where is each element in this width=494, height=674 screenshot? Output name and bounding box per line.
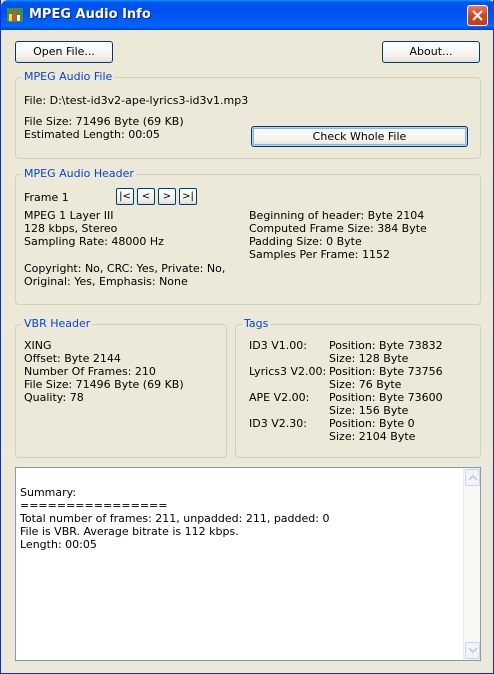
main-window: MPEG Audio Info Open File... About... MP… — [0, 0, 494, 674]
tags-group-title: Tags — [242, 317, 271, 330]
title-bar[interactable]: MPEG Audio Info — [1, 0, 494, 30]
tag-size: Size: 156 Byte — [329, 404, 409, 417]
file-path: File: D:\test-id3v2-ape-lyrics3-id3v1.mp… — [24, 94, 249, 107]
vbr-line: XING — [24, 339, 52, 352]
summary-textarea[interactable]: Summary: ================ Total number o… — [15, 467, 481, 661]
tag-name: ID3 V2.30: — [249, 417, 307, 430]
tag-size: Size: 76 Byte — [329, 378, 402, 391]
next-frame-button[interactable]: > — [158, 188, 176, 205]
tag-name: ID3 V1.00: — [249, 339, 307, 352]
summary-line: File is VBR. Average bitrate is 112 kbps… — [20, 525, 239, 538]
file-size: File Size: 71496 Byte (69 KB) — [24, 115, 184, 128]
window-title: MPEG Audio Info — [29, 7, 151, 22]
summary-line: Summary: — [20, 486, 77, 499]
vbr-line: File Size: 71496 Byte (69 KB) — [24, 378, 184, 391]
tag-size: Size: 128 Byte — [329, 352, 409, 365]
header-detail-line: Samples Per Frame: 1152 — [249, 248, 390, 261]
vbr-line: Number Of Frames: 210 — [24, 365, 156, 378]
open-file-button[interactable]: Open File... — [15, 41, 113, 63]
tag-size: Size: 2104 Byte — [329, 430, 416, 443]
audio-header-group-title: MPEG Audio Header — [22, 167, 136, 180]
header-flags-line: Original: Yes, Emphasis: None — [24, 275, 188, 288]
header-flags-line: Copyright: No, CRC: Yes, Private: No, — [24, 262, 226, 275]
summary-line: Length: 00:05 — [20, 538, 97, 551]
scroll-up-button[interactable] — [465, 469, 480, 486]
header-detail-line: Padding Size: 0 Byte — [249, 235, 362, 248]
vbr-line: Quality: 78 — [24, 391, 84, 404]
tag-position: Position: Byte 73832 — [329, 339, 443, 352]
about-button[interactable]: About... — [382, 41, 480, 63]
tag-position: Position: Byte 0 — [329, 417, 415, 430]
app-icon — [7, 6, 23, 22]
close-icon — [472, 10, 483, 21]
summary-scrollbar[interactable] — [463, 468, 480, 660]
header-info-line: MPEG 1 Layer III — [24, 209, 114, 222]
prev-frame-button[interactable]: < — [137, 188, 155, 205]
tag-position: Position: Byte 73756 — [329, 365, 443, 378]
header-info-line: Sampling Rate: 48000 Hz — [24, 235, 164, 248]
header-detail-line: Beginning of header: Byte 2104 — [249, 209, 425, 222]
header-info-line: 128 kbps, Stereo — [24, 222, 118, 235]
audio-file-group-title: MPEG Audio File — [22, 70, 115, 83]
vbr-header-group-title: VBR Header — [22, 317, 93, 330]
last-frame-button[interactable]: >| — [179, 188, 197, 205]
first-frame-button[interactable]: |< — [116, 188, 134, 205]
chevron-up-icon — [469, 475, 477, 480]
scroll-down-button[interactable] — [465, 642, 480, 659]
vbr-line: Offset: Byte 2144 — [24, 352, 121, 365]
estimated-length: Estimated Length: 00:05 — [24, 128, 160, 141]
tag-name: Lyrics3 V2.00: — [249, 365, 327, 378]
check-whole-file-button[interactable]: Check Whole File — [251, 126, 468, 147]
chevron-down-icon — [469, 648, 477, 653]
frame-label: Frame 1 — [24, 191, 69, 204]
summary-line: Total number of frames: 211, unpadded: 2… — [20, 512, 330, 525]
summary-line: ================ — [20, 499, 168, 512]
tag-position: Position: Byte 73600 — [329, 391, 443, 404]
tag-name: APE V2.00: — [249, 391, 310, 404]
header-detail-line: Computed Frame Size: 384 Byte — [249, 222, 427, 235]
close-button[interactable] — [467, 5, 488, 26]
